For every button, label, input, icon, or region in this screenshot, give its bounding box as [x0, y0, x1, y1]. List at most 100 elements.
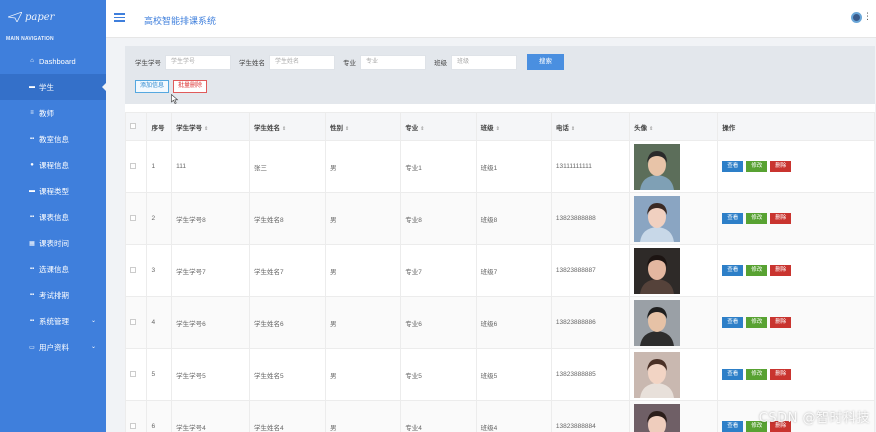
delete-button[interactable]: 删除 — [770, 161, 792, 172]
content-panel: 学生学号 学生学号 学生姓名 学生姓名 专业 专业 班级 班级 搜索 添加信息 … — [124, 46, 875, 432]
row-checkbox[interactable] — [130, 371, 136, 378]
row-checkbox[interactable] — [130, 319, 136, 326]
column-header[interactable]: 学生学号 ⇕ — [171, 112, 250, 141]
student-name-input[interactable]: 学生姓名 — [269, 54, 335, 70]
delete-button[interactable]: 删除 — [770, 213, 792, 224]
view-button[interactable]: 查看 — [722, 421, 744, 432]
add-button[interactable]: 添加信息 — [135, 80, 170, 93]
hamburger-menu-icon[interactable] — [114, 13, 125, 22]
class-input[interactable]: 班级 — [451, 54, 517, 70]
row-checkbox[interactable] — [130, 163, 136, 170]
sort-icon[interactable]: ⇕ — [282, 126, 286, 132]
sidebar-item-1[interactable]: ▬ 学生 — [0, 74, 107, 100]
delete-button[interactable]: 删除 — [770, 317, 792, 328]
student-id-input[interactable]: 学生学号 — [165, 54, 231, 70]
column-header[interactable]: 性别 ⇕ — [324, 112, 402, 141]
column-header[interactable]: 头像 ⇕ — [629, 112, 719, 141]
student-photo — [634, 195, 681, 242]
edit-button[interactable]: 修改 — [746, 265, 768, 276]
sidebar-item-4[interactable]: ● 课程信息 — [0, 152, 106, 178]
cell-sid: 学生学号8 — [171, 192, 250, 245]
top-header: 高校智能排课系统 ⋮ — [106, 0, 876, 38]
calendar-icon: ▦ — [29, 240, 35, 247]
row-select-cell — [124, 296, 148, 349]
student-photo — [634, 143, 681, 190]
view-button[interactable]: 查看 — [722, 265, 744, 276]
search-button[interactable]: 搜索 — [527, 54, 564, 70]
bulk-delete-button[interactable]: 批量删除 — [173, 80, 208, 93]
column-header[interactable]: 学生姓名 ⇕ — [248, 112, 326, 141]
edit-button[interactable]: 修改 — [746, 161, 768, 172]
cell-name: 学生姓名4 — [248, 400, 326, 432]
student-id-label: 学生学号 — [135, 60, 161, 67]
sidebar-item-2[interactable]: ≡ 教师 — [0, 100, 106, 126]
filter-bar: 学生学号 学生学号 学生姓名 学生姓名 专业 专业 班级 班级 搜索 添加信息 … — [125, 46, 875, 104]
sort-icon[interactable]: ⇕ — [649, 126, 653, 132]
cell-major: 专业8 — [400, 192, 477, 245]
sort-icon[interactable]: ⇕ — [496, 126, 500, 132]
table-row: 3 学生学号7 学生姓名7 男专业7 班级7 13823888887 查看 修改 删除 — [124, 244, 875, 297]
cell-major: 专业4 — [400, 400, 477, 432]
view-button[interactable]: 查看 — [722, 317, 744, 328]
sidebar-item-10[interactable]: ▪▪ 系统管理 ⌄ — [0, 308, 106, 334]
table-body: 1 111 张三男专业1 班级1 13111111111 查看 修改 删除 2 学生学号8 学生姓名… — [124, 140, 875, 432]
sort-icon[interactable]: ⇕ — [204, 126, 208, 132]
cell-phone: 13823888887 — [550, 244, 631, 297]
edit-button[interactable]: 修改 — [746, 213, 768, 224]
cell-actions: 查看 修改 删除 — [717, 296, 875, 349]
student-photo — [634, 299, 681, 346]
sidebar-item-8[interactable]: ▪▪ 选课信息 — [0, 256, 106, 282]
row-checkbox[interactable] — [130, 215, 136, 222]
view-button[interactable]: 查看 — [722, 369, 744, 380]
cell-idx: 4 — [146, 296, 173, 349]
cell-actions: 查看 修改 删除 — [717, 140, 875, 193]
column-header[interactable]: 专业 ⇕ — [400, 112, 477, 141]
sidebar-item-0[interactable]: ⌂ Dashboard — [0, 48, 106, 74]
brand-logo[interactable]: paper — [0, 0, 106, 34]
cell-phone: 13111111111 — [550, 140, 631, 193]
major-input[interactable]: 专业 — [360, 54, 426, 70]
brand-name: paper — [25, 11, 55, 23]
sidebar-item-5[interactable]: ▬ 课程类型 — [0, 178, 106, 204]
sidebar-item-label: 教室信息 — [39, 134, 69, 144]
sidebar-item-6[interactable]: ▪▪ 课表信息 — [0, 204, 106, 230]
column-header-label: 性别 — [329, 124, 343, 132]
more-vertical-icon[interactable]: ⋮ — [863, 12, 872, 21]
sidebar-item-3[interactable]: ▪▪ 教室信息 — [0, 126, 106, 152]
row-checkbox[interactable] — [130, 423, 136, 430]
cell-phone: 13823888886 — [550, 296, 631, 349]
select-all-checkbox[interactable] — [130, 123, 136, 130]
view-button[interactable]: 查看 — [722, 161, 744, 172]
column-header[interactable]: 班级 ⇕ — [475, 112, 552, 141]
edit-button[interactable]: 修改 — [746, 369, 768, 380]
edit-button[interactable]: 修改 — [746, 317, 768, 328]
chevron-down-icon: ⌄ — [90, 344, 96, 350]
user-avatar[interactable] — [851, 12, 862, 23]
sidebar-item-11[interactable]: ▭ 用户资料 ⌄ — [0, 334, 106, 360]
column-header[interactable]: 电话 ⇕ — [550, 112, 631, 141]
view-button[interactable]: 查看 — [722, 213, 744, 224]
row-checkbox[interactable] — [130, 267, 136, 274]
sidebar-item-9[interactable]: ▪▪ 考试排期 — [0, 282, 106, 308]
class-label: 班级 — [434, 60, 447, 67]
sort-icon[interactable]: ⇕ — [571, 126, 575, 132]
cell-sid: 学生学号7 — [171, 244, 250, 297]
cell-sid: 学生学号6 — [171, 296, 250, 349]
row-select-cell — [124, 244, 148, 297]
cell-gender: 男 — [324, 400, 402, 432]
cell-actions: 查看 修改 删除 — [717, 192, 875, 245]
sort-icon[interactable]: ⇕ — [420, 126, 424, 132]
cell-idx: 2 — [146, 192, 173, 245]
sidebar-item-label: 选课信息 — [39, 264, 69, 274]
cell-cls: 班级8 — [475, 192, 552, 245]
grid-icon: ▪▪ — [29, 136, 35, 142]
sidebar-item-label: 学生 — [39, 82, 54, 92]
delete-button[interactable]: 删除 — [770, 369, 792, 380]
cell-photo — [629, 400, 719, 432]
sort-icon[interactable]: ⇕ — [345, 126, 349, 132]
grid-icon: ▪▪ — [29, 266, 35, 272]
sidebar-item-7[interactable]: ▦ 课表时间 — [0, 230, 106, 256]
row-select-cell — [124, 140, 148, 193]
delete-button[interactable]: 删除 — [770, 265, 792, 276]
mouse-cursor-icon — [171, 94, 179, 104]
